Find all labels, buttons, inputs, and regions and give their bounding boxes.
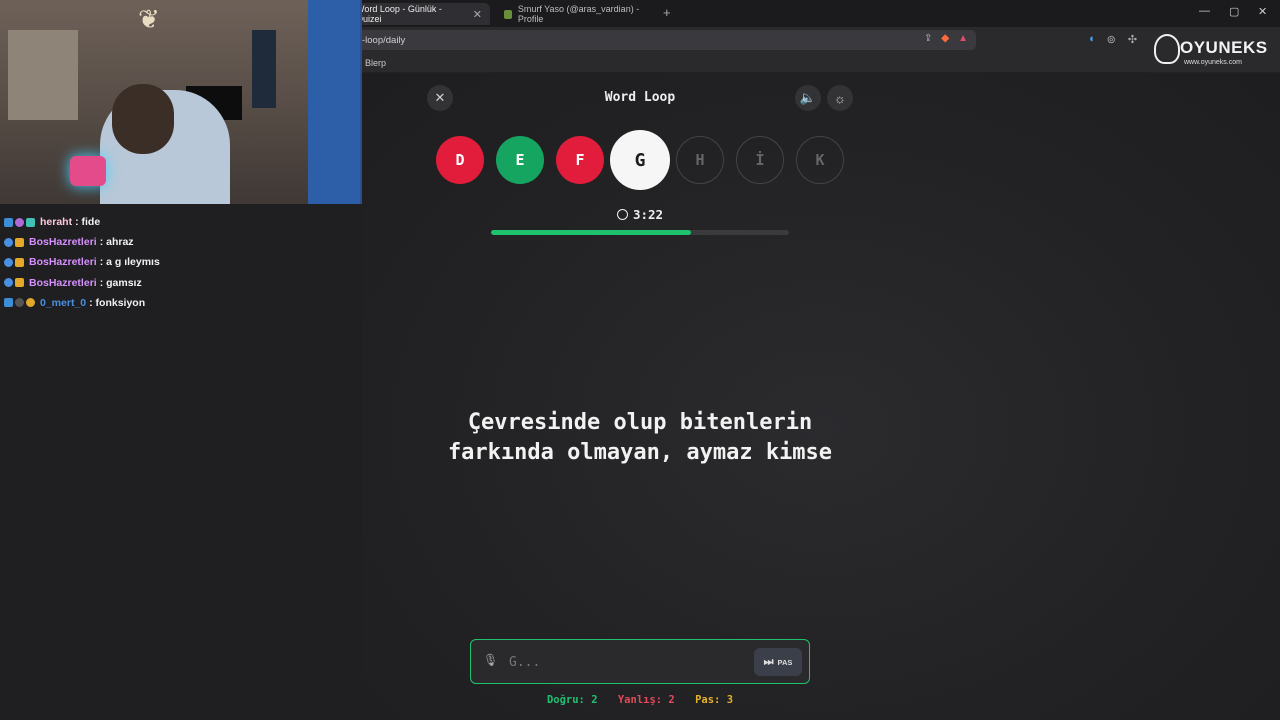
badge-icon: [4, 217, 13, 227]
clue-line: farkında olmayan, aymaz kimse: [447, 440, 833, 465]
game-title: Word Loop: [604, 90, 676, 105]
chat-message: heraht : fide: [4, 212, 354, 232]
logo-name: OYUNEKS: [1180, 38, 1268, 57]
badge-icon: [15, 217, 24, 227]
close-game-button[interactable]: ✕: [427, 85, 453, 111]
sun-icon: ☼: [834, 90, 846, 106]
speaker-icon: 🔈: [799, 90, 817, 105]
chat-username: 0_mert_0: [40, 296, 87, 309]
chat-message: BosHazretleri : a g ıleymıs: [4, 252, 354, 272]
webcam-overlay: ❦: [0, 0, 362, 204]
time-progress-fill: [491, 230, 691, 235]
letter-k: K: [796, 136, 844, 184]
badge-icon: [15, 237, 24, 247]
address-bar[interactable]: -loop/daily ⇪ ◆ ▲: [354, 30, 976, 50]
timer: 3:22: [600, 207, 680, 222]
chat-username: heraht: [40, 216, 73, 229]
badge-icon: [26, 217, 35, 227]
cam-window: [8, 30, 78, 120]
badge-icon: [4, 237, 13, 247]
chat-text: : a g ıleymıs: [99, 256, 160, 269]
rewards-icon[interactable]: ▲: [958, 33, 968, 44]
chat-text: : fide: [75, 216, 101, 229]
badge-icon: [15, 298, 24, 308]
badge-icon: [26, 298, 35, 308]
favicon-icon: [504, 9, 512, 19]
theme-button[interactable]: ☼: [827, 85, 853, 111]
tab-word-loop[interactable]: Word Loop - Günlük - Quizei ✕: [348, 3, 490, 25]
skip-icon: ⏭: [763, 655, 774, 668]
pass-count: Pas: 3: [695, 694, 734, 706]
close-tab-icon[interactable]: ✕: [473, 8, 482, 21]
wrong-count: Yanlış: 2: [617, 694, 675, 706]
clock-icon: [616, 209, 628, 220]
microphone-icon[interactable]: 🎙: [483, 653, 498, 667]
close-window-icon[interactable]: ✕: [1258, 5, 1267, 18]
letter-g-current: G: [610, 130, 670, 190]
time-progress-bar: [491, 230, 789, 235]
cam-head: [112, 84, 174, 154]
chat-message: BosHazretleri : ahraz: [4, 232, 354, 252]
chat-text: : gamsız: [99, 276, 142, 289]
tab-title: Word Loop - Günlük - Quizei: [356, 4, 442, 24]
minimize-icon[interactable]: —: [1199, 5, 1210, 17]
sound-button[interactable]: 🔈: [795, 85, 821, 111]
audio-extension-icon[interactable]: ◖: [1088, 33, 1095, 46]
badge-icon: [4, 278, 13, 288]
logo-mark-icon: [1154, 34, 1180, 64]
letter-f: F: [556, 136, 604, 184]
chat-username: BosHazretleri: [29, 256, 97, 269]
letter-h: H: [676, 136, 724, 184]
puzzle-icon[interactable]: ✣: [1128, 33, 1137, 46]
answer-input[interactable]: [509, 652, 729, 672]
chat-message: BosHazretleri : gamsız: [4, 273, 354, 293]
cam-wall: [308, 0, 360, 204]
close-icon: ✕: [434, 90, 446, 105]
letter-d: D: [436, 136, 484, 184]
maximize-icon[interactable]: ▢: [1229, 5, 1239, 18]
cam-microphone: [70, 156, 106, 186]
chat-message: 0_mert_0 : fonksiyon: [4, 293, 354, 313]
letter-i: İ: [736, 136, 784, 184]
clue-line: Çevresinde olup bitenlerin: [467, 410, 813, 435]
logo-site: www.oyuneks.com: [1184, 59, 1242, 66]
extensions-area: ◖ ⊚ ✣: [1088, 33, 1137, 46]
pass-label: PAS: [777, 657, 793, 667]
stream-chat: heraht : fide BosHazretleri : ahraz BosH…: [4, 212, 354, 313]
clue-text: Çevresinde olup bitenlerin farkında olma…: [380, 408, 900, 468]
extension-icon[interactable]: ⊚: [1107, 33, 1116, 46]
new-tab-icon[interactable]: +: [663, 5, 671, 20]
badge-icon: [15, 278, 24, 288]
chat-username: BosHazretleri: [29, 276, 97, 289]
tab-profile[interactable]: Smurf Yaso (@aras_vardian) - Profile: [496, 3, 656, 25]
url-text: -loop/daily: [362, 35, 406, 46]
chat-username: BosHazretleri: [29, 236, 97, 249]
bookmark-item[interactable]: Blerp: [365, 58, 386, 68]
chat-text: : ahraz: [99, 236, 134, 249]
cam-banner: [252, 30, 276, 108]
brave-shield-icon[interactable]: ◆: [941, 33, 949, 44]
share-icon[interactable]: ⇪: [924, 33, 932, 44]
correct-count: Doğru: 2: [546, 694, 598, 706]
tab-title: Smurf Yaso (@aras_vardian) - Profile: [517, 4, 640, 24]
badge-icon: [4, 298, 13, 308]
badge-icon: [15, 257, 24, 267]
chandelier-icon: ❦: [138, 4, 160, 34]
timer-value: 3:22: [632, 207, 664, 222]
chat-text: : fonksiyon: [89, 296, 146, 309]
letter-e: E: [496, 136, 544, 184]
badge-icon: [4, 257, 13, 267]
pass-button[interactable]: ⏭ PAS: [754, 648, 802, 676]
answer-box: 🎙 ⏭ PAS: [470, 639, 810, 684]
score-summary: Doğru: 2 Yanlış: 2 Pas: 3: [470, 694, 810, 706]
